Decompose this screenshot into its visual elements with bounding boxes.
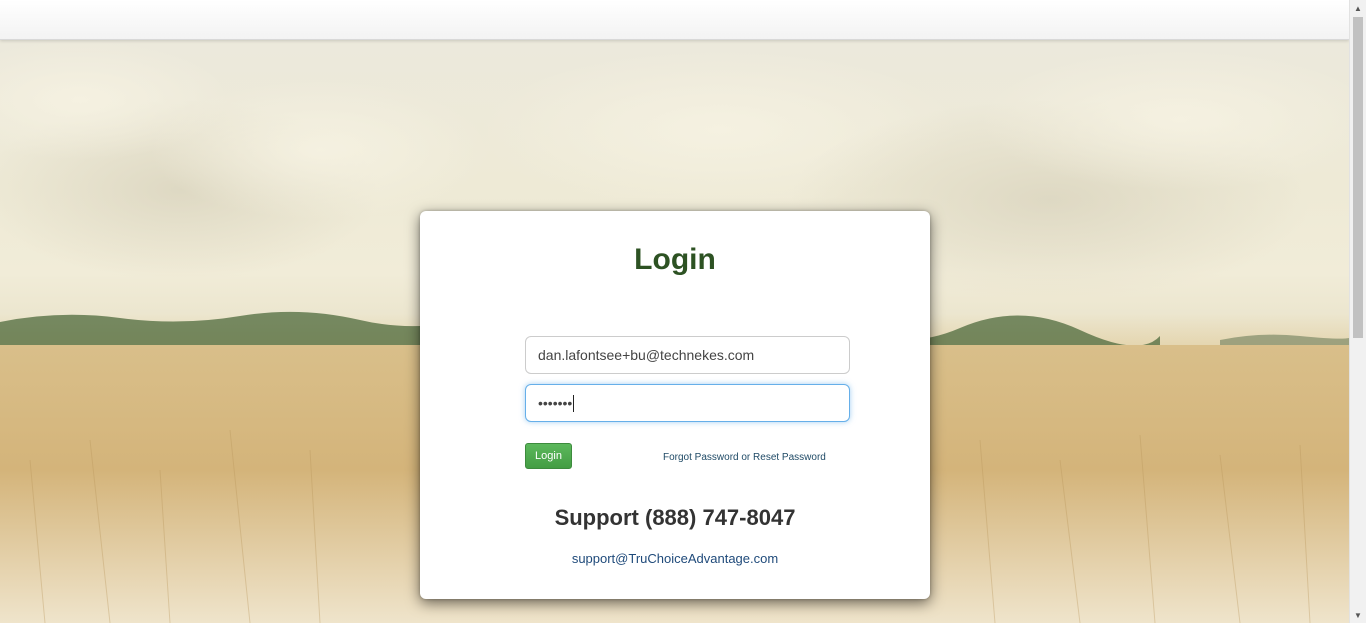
support-phone: Support (888) 747-8047 <box>554 505 796 530</box>
login-card: Login dan.lafontsee+bu@technekes.com •••… <box>420 211 930 599</box>
password-mask: ••••••• <box>538 395 573 411</box>
email-field[interactable]: dan.lafontsee+bu@technekes.com <box>525 336 850 374</box>
forgot-password-link[interactable]: Forgot Password or Reset Password <box>663 452 826 463</box>
scroll-down-arrow-icon[interactable]: ▼ <box>1350 607 1366 623</box>
scroll-thumb[interactable] <box>1353 17 1363 338</box>
vertical-scrollbar[interactable]: ▲ ▼ <box>1349 0 1366 623</box>
email-value: dan.lafontsee+bu@technekes.com <box>538 347 755 363</box>
text-caret <box>573 394 575 412</box>
login-button[interactable]: Login <box>525 443 572 469</box>
support-email-link[interactable]: support@TruChoiceAdvantage.com <box>420 551 930 566</box>
scroll-up-arrow-icon[interactable]: ▲ <box>1350 0 1366 16</box>
password-field[interactable]: ••••••• <box>525 384 850 422</box>
login-title: Login <box>634 243 716 276</box>
top-navbar <box>0 0 1349 40</box>
